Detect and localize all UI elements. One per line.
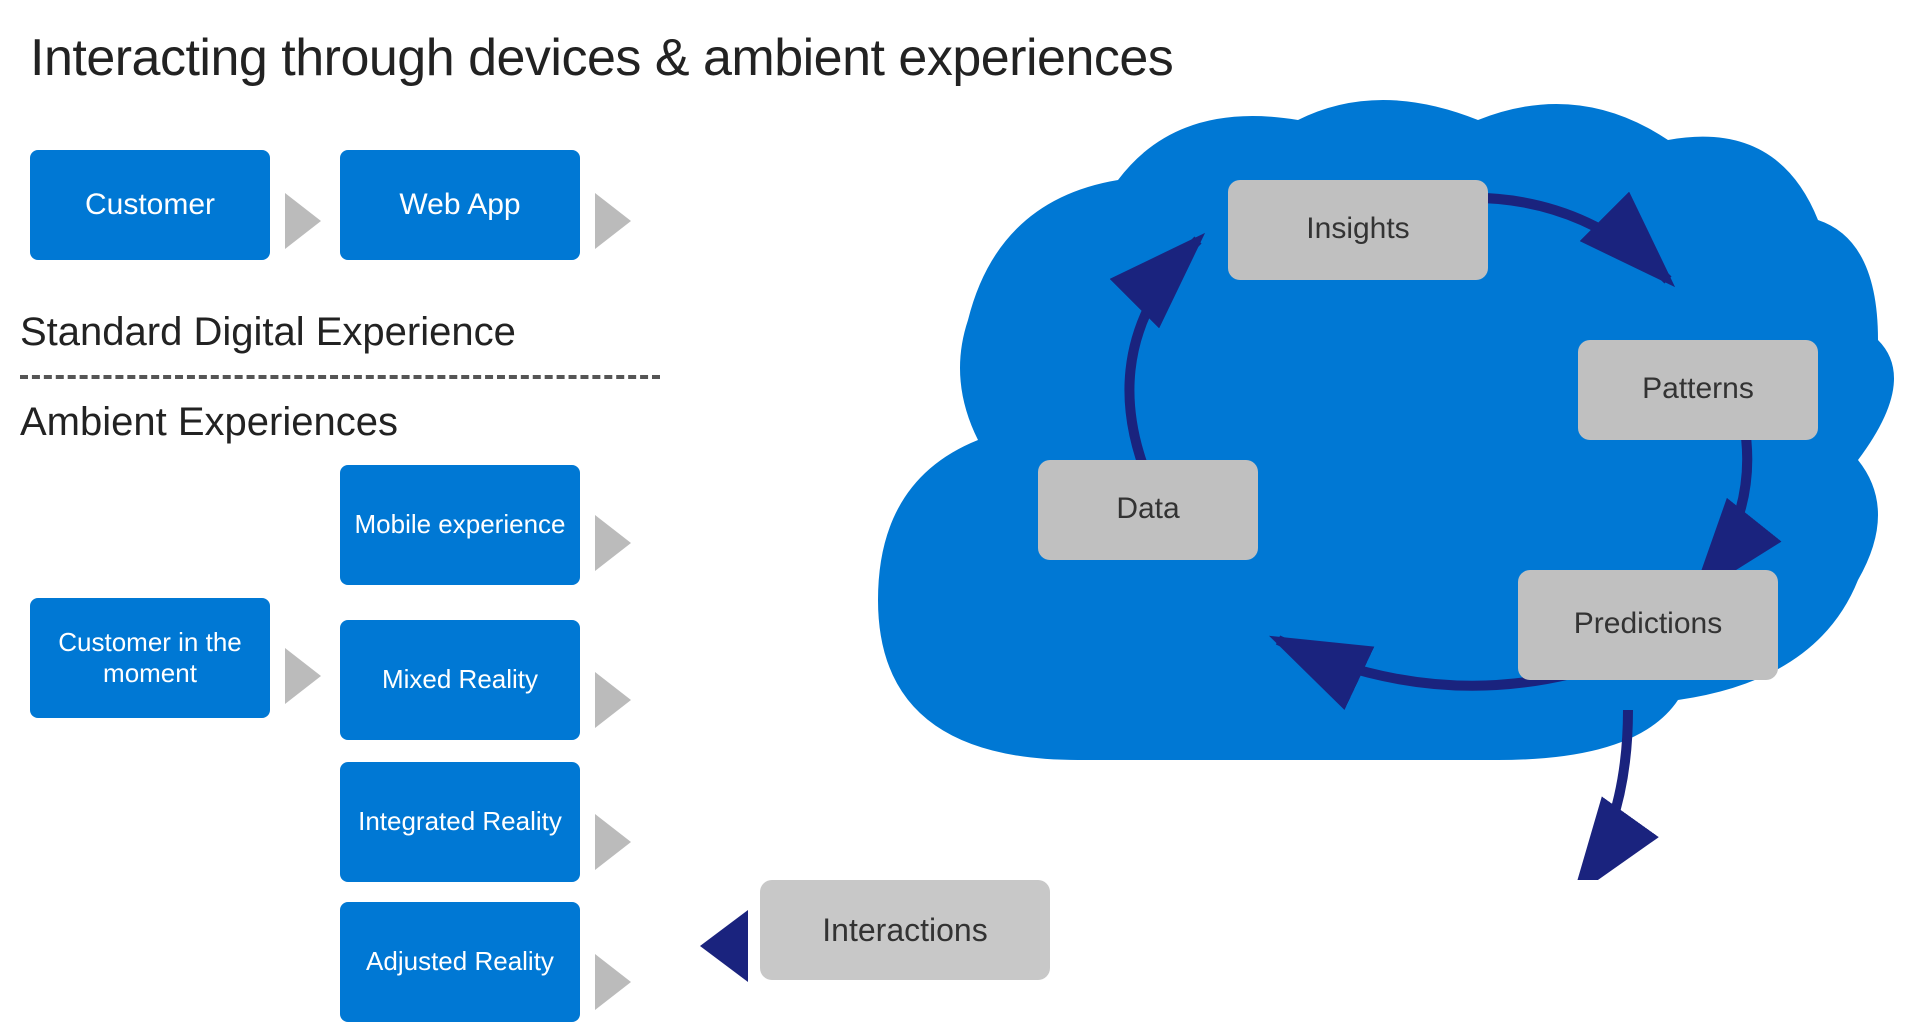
svg-text:Predictions: Predictions [1574,607,1722,640]
arrow-adjusted [595,954,631,1010]
mixed-reality-box: Mixed Reality [340,620,580,740]
mobile-experience-box: Mobile experience [340,465,580,585]
cloud-svg: Insights Patterns Predictions Data [798,60,1898,880]
adjusted-reality-box: Adjusted Reality [340,902,580,1022]
interactions-box: Interactions [760,880,1050,980]
arrow-to-interactions [700,910,748,982]
standard-digital-label: Standard Digital Experience [20,310,516,355]
cloud-diagram: Insights Patterns Predictions Data [798,60,1898,880]
arrow-customer-to-webapp [285,193,321,249]
customer-box: Customer [30,150,270,260]
arrow-integrated [595,814,631,870]
arrow-webapp-to-cloud [595,193,631,249]
arrow-mixed [595,672,631,728]
customer-moment-box: Customer in the moment [30,598,270,718]
dashed-separator [20,375,660,379]
arrow-mobile [595,515,631,571]
svg-text:Patterns: Patterns [1642,372,1754,405]
svg-text:Insights: Insights [1306,212,1409,245]
ambient-experiences-label: Ambient Experiences [20,400,398,445]
webapp-box: Web App [340,150,580,260]
arrow-moment-to-experiences [285,648,321,704]
integrated-reality-box: Integrated Reality [340,762,580,882]
svg-text:Data: Data [1116,492,1180,525]
